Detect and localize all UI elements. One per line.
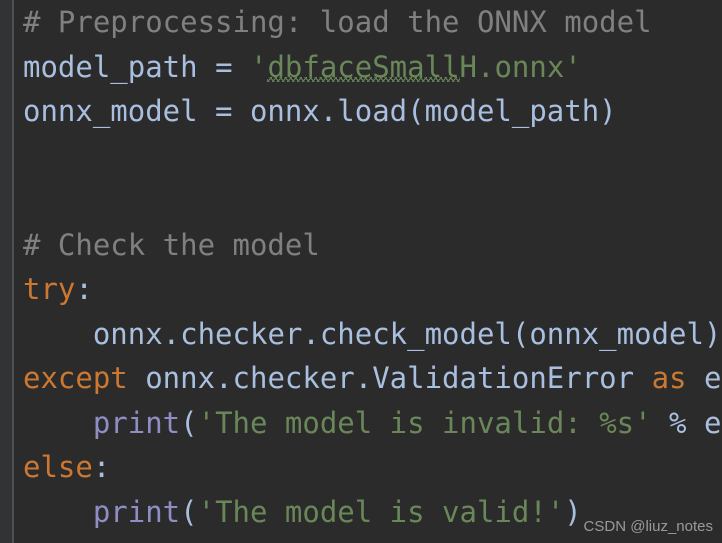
code-line[interactable]: print('The model is invalid: %s' % e) — [23, 401, 722, 446]
code-token-punctuation: : — [92, 450, 111, 484]
code-line[interactable]: model_path = 'dbfaceSmallH.onnx' — [23, 45, 722, 90]
code-token-comment: # Preprocessing: load the ONNX model — [23, 5, 652, 39]
code-token-identifier: onnx_model = onnx.load(model_path) — [23, 94, 617, 128]
code-token-identifier: % e) — [669, 405, 722, 440]
watermark-label: CSDN @liuz_notes — [583, 518, 713, 535]
code-token-string-typo: dbfaceSmall — [267, 49, 460, 84]
code-token-builtin: print — [92, 494, 181, 529]
code-line[interactable] — [23, 178, 722, 223]
code-token-punctuation: ( — [180, 405, 198, 440]
code-token-string: H.onnx' — [459, 49, 582, 84]
code-token-punctuation: ( — [180, 494, 198, 529]
code-token-identifier: e: — [703, 361, 722, 395]
code-token-keyword: else — [23, 450, 93, 484]
code-token-comment: # Check the model — [23, 227, 320, 262]
code-line[interactable]: try: — [23, 267, 722, 312]
code-line[interactable]: onnx.checker.check_model(onnx_model) — [23, 312, 722, 357]
gutter-divider — [12, 0, 14, 543]
code-token-punctuation: ) — [564, 494, 582, 529]
code-token-identifier: model_path — [23, 49, 198, 84]
code-token-string: ' — [250, 49, 268, 84]
code-line[interactable]: except onnx.checker.ValidationError as e… — [23, 356, 722, 401]
code-token-string: 'The model is invalid: %s' — [197, 405, 652, 440]
code-line[interactable]: else: — [23, 445, 722, 490]
code-token-identifier: onnx.checker.ValidationError — [127, 361, 652, 395]
code-line[interactable] — [23, 134, 722, 179]
code-token-string: 'The model is valid!' — [197, 494, 565, 529]
code-screenshot: # Preprocessing: load the ONNX model mode… — [0, 0, 722, 543]
code-token-keyword: except — [23, 361, 128, 395]
code-token-punctuation: : — [75, 272, 93, 306]
code-line[interactable]: # Check the model — [23, 223, 722, 268]
code-line[interactable]: onnx_model = onnx.load(model_path) — [23, 89, 722, 134]
code-token-keyword: try — [23, 272, 76, 306]
code-line[interactable]: # Preprocessing: load the ONNX model — [23, 0, 722, 45]
code-token-builtin: print — [92, 405, 181, 440]
code-token-punctuation: = — [197, 49, 250, 84]
code-editor-area[interactable]: # Preprocessing: load the ONNX model mode… — [23, 0, 722, 543]
code-token-identifier: onnx.checker.check_model(onnx_model) — [92, 316, 722, 351]
editor-gutter — [0, 0, 12, 543]
code-token-keyword: as — [651, 361, 687, 395]
